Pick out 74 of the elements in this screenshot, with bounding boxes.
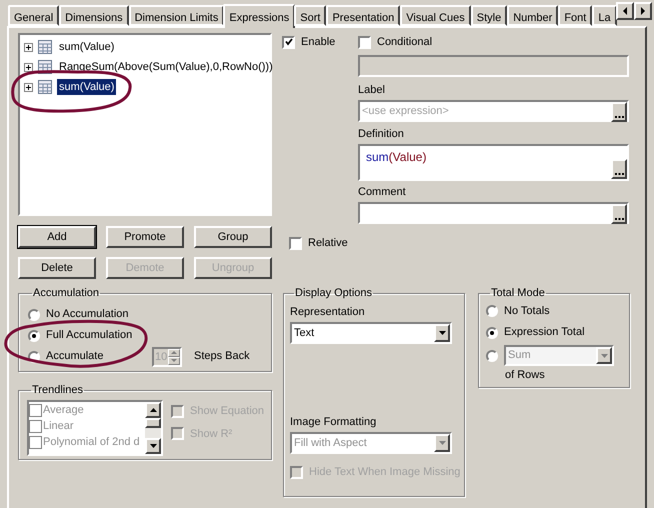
tab[interactable]: Dimension Limits	[128, 5, 224, 26]
left-arrow-icon	[623, 7, 627, 15]
checkbox-label: Enable	[301, 34, 336, 50]
button[interactable]: Add	[18, 226, 96, 248]
right-arrow-icon	[641, 7, 645, 15]
browse-button[interactable]	[611, 102, 627, 122]
dropdown-button[interactable]	[434, 324, 450, 342]
field-label: Image Formatting	[290, 415, 378, 430]
table-icon	[38, 80, 52, 94]
down-arrow-icon	[150, 444, 156, 448]
button[interactable]: Delete	[18, 257, 96, 279]
caret-icon	[600, 354, 608, 358]
group-title: Display Options	[294, 286, 374, 300]
field-label: Comment	[358, 185, 407, 199]
checkbox[interactable]	[289, 236, 302, 250]
dropdown-value: Text	[293, 326, 316, 341]
radio-button[interactable]	[28, 308, 40, 320]
scroll-down-button[interactable]	[145, 438, 161, 454]
caret-icon	[438, 331, 446, 335]
table-icon	[38, 40, 52, 54]
check-icon	[284, 38, 292, 46]
tab[interactable]: Visual Cues	[400, 5, 471, 26]
browse-button[interactable]	[611, 204, 627, 224]
tab[interactable]: La	[592, 5, 617, 26]
tree-item[interactable]: RangeSum(Above(Sum(Value),0,RowNo()))	[57, 58, 275, 76]
comment-field[interactable]	[358, 202, 629, 224]
steps-label: Steps Back	[194, 349, 250, 364]
radio-label: Full Accumulation	[46, 328, 134, 344]
field-label: Label	[358, 83, 386, 97]
down-arrow-icon	[171, 359, 177, 362]
placeholder-text: <use expression>	[361, 104, 450, 119]
group-title: Total Mode	[490, 286, 546, 300]
tab[interactable]: Number	[507, 5, 558, 26]
caret-icon	[438, 441, 446, 445]
condition-field[interactable]	[358, 55, 629, 77]
checkbox[interactable]	[282, 36, 295, 48]
up-arrow-icon	[171, 351, 177, 354]
radio-button[interactable]	[486, 305, 498, 317]
field-label: Representation	[290, 305, 366, 320]
tab[interactable]: Presentation	[326, 5, 400, 26]
tab[interactable]: General	[8, 5, 60, 26]
radio-label: No Totals	[504, 304, 550, 319]
checkbox-label: Conditional	[377, 34, 432, 50]
dropdown-value: Fill with Aspect	[293, 436, 368, 451]
tab[interactable]: Expressions	[223, 4, 296, 28]
scroll-up-button[interactable]	[145, 402, 161, 418]
expression-text: sum(Value)	[365, 149, 428, 166]
field-label: Definition	[358, 127, 405, 141]
up-arrow-icon	[150, 408, 156, 412]
representation-dropdown[interactable]: Text	[290, 322, 452, 344]
radio-button[interactable]	[486, 326, 498, 338]
browse-button[interactable]	[611, 159, 627, 179]
radio-button[interactable]	[28, 330, 40, 342]
tab[interactable]: Style	[470, 5, 508, 26]
group-title: Accumulation	[32, 286, 100, 300]
scroll-thumb[interactable]	[145, 418, 161, 428]
checkbox-label: Relative	[308, 236, 348, 251]
definition-field[interactable]: sum(Value)	[358, 144, 629, 181]
radio-label: Accumulate	[46, 349, 104, 364]
checkbox[interactable]	[358, 36, 371, 48]
button[interactable]: Group	[194, 226, 272, 248]
radio-label: Expression Total	[504, 325, 585, 340]
tab-scroll-right-button[interactable]	[634, 2, 652, 20]
tree-item[interactable]: sum(Value)	[57, 78, 116, 96]
tree-item[interactable]: sum(Value)	[57, 38, 116, 56]
dropdown-value: Sum	[507, 348, 532, 363]
suffix-label: of Rows	[505, 368, 546, 383]
tab[interactable]: Dimensions	[59, 5, 129, 26]
group-title: Trendlines	[31, 383, 84, 397]
radio-label: No Accumulation	[46, 307, 130, 322]
tab[interactable]: Sort	[294, 5, 326, 26]
tab[interactable]: Font	[558, 5, 592, 26]
tab-scroll-left-button[interactable]	[616, 2, 634, 20]
button[interactable]: Promote	[106, 226, 184, 248]
